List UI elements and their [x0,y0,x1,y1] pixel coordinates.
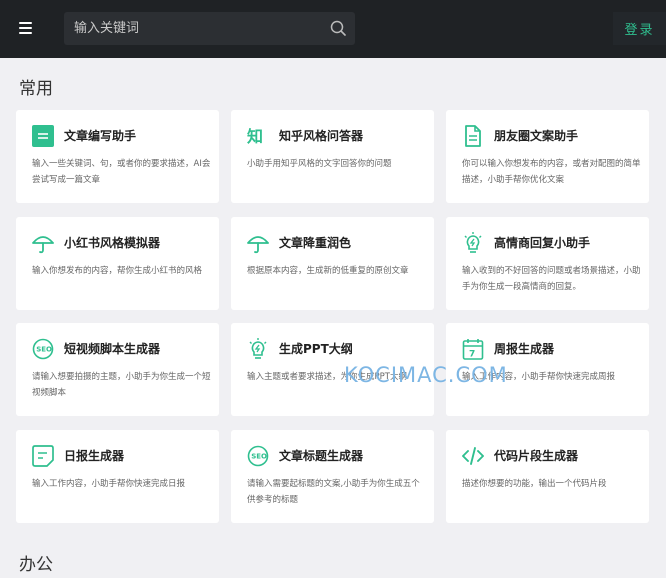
card-desc: 输入一些关键词、句，或者你的要求描述，AI会尝试写成一篇文章 [32,159,211,185]
card-ppt-outline[interactable]: 生成PPT大纲 输入主题或者要求描述，为你生成PPT大纲 [231,323,434,416]
card-title: 朋友圈文案助手 [494,129,579,143]
card-weekly-report[interactable]: 7 周报生成器 输入工作内容，小助手帮你快速完成周报 [446,323,649,416]
card-title: 知乎风格问答器 [279,129,364,143]
card-daily-report[interactable]: 日报生成器 输入工作内容，小助手帮你快速完成日报 [16,430,219,523]
card-title: 生成PPT大纲 [279,342,353,356]
zhihu-icon: 知 [247,127,263,146]
seo-icon: SEO [32,338,54,360]
search-input[interactable] [74,12,324,45]
card-zhihu-qa[interactable]: 知 知乎风格问答器 小助手用知乎风格的文字回答你的问题 [231,110,434,203]
search-box [64,12,355,45]
card-rewrite-polish[interactable]: 文章降重润色 根据原本内容，生成新的低重复的原创文章 [231,217,434,310]
card-title: 文章标题生成器 [279,449,364,463]
card-desc: 输入你想发布的内容，帮你生成小红书的风格 [32,266,203,276]
card-title: 文章编写助手 [64,129,137,143]
card-eq-reply[interactable]: 高情商回复小助手 输入收到的不好回答的问题或者场景描述，小助手为你生成一段高情商… [446,217,649,310]
lightbulb-icon [249,338,267,359]
card-title-generator[interactable]: SEO 文章标题生成器 请输入需要起标题的文案,小助手为你生成五个供参考的标题 [231,430,434,523]
card-desc: 请输入想要拍摄的主题，小助手为你生成一个短视频脚本 [32,372,211,398]
section-title-office: 办公 [19,555,53,575]
svg-text:SEO: SEO [251,453,267,461]
code-icon [462,447,484,465]
umbrella-icon [32,236,54,254]
card-title: 小红书风格模拟器 [64,236,161,250]
card-title: 日报生成器 [64,449,125,463]
card-title: 周报生成器 [494,342,555,356]
search-icon[interactable] [330,20,346,36]
menu-icon[interactable] [19,22,32,34]
svg-text:SEO: SEO [36,346,52,354]
seo-icon: SEO [247,445,269,467]
card-desc: 你可以输入你想发布的内容，或者对配图的简单描述，小助手帮你优化文案 [462,159,641,185]
card-short-video-script[interactable]: SEO 短视频脚本生成器 请输入想要拍摄的主题，小助手为你生成一个短视频脚本 [16,323,219,416]
top-bar: 登录 [0,0,666,58]
card-desc: 描述你想要的功能，输出一个代码片段 [462,479,607,489]
login-button[interactable]: 登录 [613,12,666,45]
lightbulb-icon [464,232,482,253]
card-desc: 请输入需要起标题的文案,小助手为你生成五个供参考的标题 [247,479,420,505]
card-desc: 输入收到的不好回答的问题或者场景描述，小助手为你生成一段高情商的回复。 [462,266,641,292]
card-xiaohongshu[interactable]: 小红书风格模拟器 输入你想发布的内容，帮你生成小红书的风格 [16,217,219,310]
card-title: 高情商回复小助手 [494,236,591,250]
note-icon [32,445,54,467]
card-desc: 根据原本内容，生成新的低重复的原创文章 [247,266,409,276]
svg-text:7: 7 [469,350,475,360]
article-icon [32,125,54,147]
document-icon [465,125,481,147]
card-desc: 输入主题或者要求描述，为你生成PPT大纲 [247,372,407,382]
card-article-writer[interactable]: 文章编写助手 输入一些关键词、句，或者你的要求描述，AI会尝试写成一篇文章 [16,110,219,203]
section-title-common: 常用 [19,79,53,99]
svg-text:知: 知 [247,127,263,146]
card-title: 代码片段生成器 [494,449,579,463]
calendar-icon: 7 [462,339,484,360]
card-code-snippet[interactable]: 代码片段生成器 描述你想要的功能，输出一个代码片段 [446,430,649,523]
card-title: 文章降重润色 [279,236,352,250]
card-moments-copy[interactable]: 朋友圈文案助手 你可以输入你想发布的内容，或者对配图的简单描述，小助手帮你优化文… [446,110,649,203]
umbrella-icon [247,236,269,254]
card-desc: 输入工作内容，小助手帮你快速完成日报 [32,479,186,489]
card-desc: 小助手用知乎风格的文字回答你的问题 [247,159,392,169]
card-desc: 输入工作内容，小助手帮你快速完成周报 [462,372,616,382]
card-title: 短视频脚本生成器 [64,342,161,356]
